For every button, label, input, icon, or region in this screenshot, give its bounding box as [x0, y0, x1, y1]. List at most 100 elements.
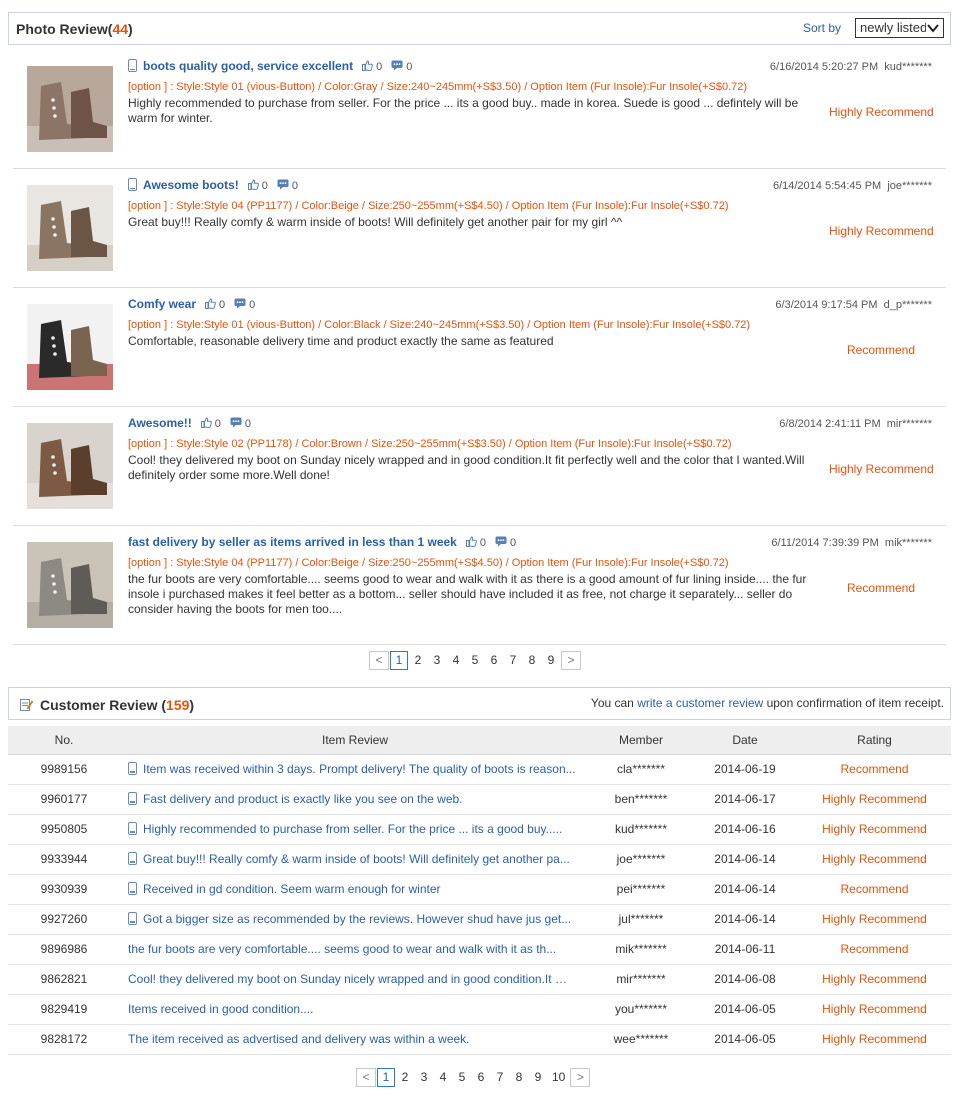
table-row: 9960177 Fast delivery and product is exac… [8, 784, 951, 815]
column-header-item-review: Item Review [120, 726, 590, 755]
pager-page-3[interactable]: 3 [415, 1069, 433, 1088]
review-rating: Highly Recommend [829, 105, 934, 119]
pager-prev-button[interactable]: < [356, 1068, 376, 1087]
pager-page-9[interactable]: 9 [529, 1069, 547, 1088]
review-body: Great buy!!! Really comfy & warm inside … [128, 215, 623, 229]
review-option: [option ] : Style:Style 04 (PP1177) / Co… [128, 557, 729, 569]
sort-select[interactable]: newly listed [855, 18, 944, 38]
pager-page-8[interactable]: 8 [523, 652, 541, 671]
review-rating: Highly Recommend [798, 1024, 951, 1055]
review-text-link[interactable]: Cool! they delivered my boot on Sunday n… [128, 972, 568, 986]
pager-page-4[interactable]: 4 [447, 652, 465, 671]
photo-review-header: Photo Review(44) Sort by newly listed [8, 12, 951, 45]
review-option: [option ] : Style:Style 02 (PP1178) / Co… [128, 438, 732, 450]
review-photo-thumbnail[interactable] [27, 423, 113, 509]
review-title-link[interactable]: Comfy wear [128, 297, 196, 311]
write-review-link[interactable]: write a customer review [637, 696, 763, 710]
review-cell: Got a bigger size as recommended by the … [120, 904, 590, 935]
comment-icon[interactable] [230, 417, 242, 431]
customer-review-count: 159 [166, 697, 190, 713]
pager-page-10[interactable]: 10 [548, 1069, 569, 1088]
pager-page-2[interactable]: 2 [396, 1069, 414, 1088]
chevron-down-icon [926, 20, 940, 36]
review-text-link[interactable]: Highly recommended to purchase from sell… [143, 822, 562, 836]
comment-icon[interactable] [234, 298, 246, 312]
review-no: 9828172 [8, 1024, 120, 1055]
mobile-icon [128, 178, 137, 191]
review-text-link[interactable]: Got a bigger size as recommended by the … [143, 912, 571, 926]
like-count: 0 [214, 418, 221, 430]
review-text-link[interactable]: The item received as advertised and deli… [128, 1032, 470, 1046]
mobile-icon [128, 821, 137, 835]
pager-prev-button[interactable]: < [369, 651, 389, 670]
review-meta: 6/3/2014 9:17:54 PM d_p******* [775, 299, 932, 311]
review-no: 9933944 [8, 844, 120, 875]
review-date: 2014-06-17 [692, 784, 798, 815]
customer-review-header: Customer Review (159) You can write a cu… [8, 687, 951, 720]
review-title-link[interactable]: boots quality good, service excellent [143, 59, 353, 73]
photo-review-item: boots quality good, service excellent 0 0 6… [13, 50, 946, 169]
review-cell: Cool! they delivered my boot on Sunday n… [120, 964, 590, 995]
table-row: 9933944 Great buy!!! Really comfy & warm … [8, 844, 951, 875]
review-text-link[interactable]: Fast delivery and product is exactly lik… [143, 792, 463, 806]
review-no: 9829419 [8, 994, 120, 1025]
comment-icon[interactable] [495, 536, 507, 550]
review-meta: 6/8/2014 2:41:11 PM mir******* [779, 418, 932, 430]
review-date: 2014-06-16 [692, 814, 798, 845]
pager-page-1[interactable]: 1 [390, 651, 408, 670]
review-meta: 6/11/2014 7:39:39 PM mik******* [771, 537, 932, 549]
thumbs-up-icon[interactable] [465, 536, 477, 550]
like-count: 0 [376, 61, 383, 73]
pager-page-6[interactable]: 6 [485, 652, 503, 671]
review-title-link[interactable]: Awesome!! [128, 416, 192, 430]
pager-page-5[interactable]: 5 [453, 1069, 471, 1088]
pager-next-button[interactable]: > [561, 651, 581, 670]
review-photo-thumbnail[interactable] [27, 304, 113, 390]
comment-icon[interactable] [391, 60, 403, 74]
pager-page-3[interactable]: 3 [428, 652, 446, 671]
thumbs-up-icon[interactable] [247, 179, 259, 193]
review-photo-thumbnail[interactable] [27, 185, 113, 271]
review-text-link[interactable]: Received in gd condition. Seem warm enou… [143, 882, 441, 896]
pager-next-button[interactable]: > [570, 1068, 591, 1087]
pager-page-9[interactable]: 9 [542, 652, 560, 671]
review-text-link[interactable]: Items received in good condition.... [128, 1002, 313, 1016]
review-rating: Highly Recommend [798, 994, 951, 1025]
review-no: 9896986 [8, 934, 120, 965]
review-member: mik******* [590, 934, 692, 965]
review-text-link[interactable]: Item was received within 3 days. Prompt … [143, 762, 576, 776]
comment-count: 0 [291, 180, 299, 192]
thumbs-up-icon[interactable] [200, 417, 212, 431]
pager-page-2[interactable]: 2 [409, 652, 427, 671]
pager-page-7[interactable]: 7 [491, 1069, 509, 1088]
mobile-icon [128, 59, 137, 72]
pager-page-4[interactable]: 4 [434, 1069, 452, 1088]
thumbs-up-icon[interactable] [362, 60, 373, 74]
review-text-link[interactable]: Great buy!!! Really comfy & warm inside … [143, 852, 570, 866]
pager-page-8[interactable]: 8 [510, 1069, 528, 1088]
review-head: boots quality good, service excellent 0 0 [128, 59, 412, 75]
review-cell: Item was received within 3 days. Prompt … [120, 754, 590, 785]
thumbs-up-icon[interactable] [205, 298, 216, 312]
mobile-icon [128, 761, 137, 775]
review-rating: Recommend [798, 754, 951, 785]
review-date: 2014-06-05 [692, 994, 798, 1025]
review-date: 2014-06-05 [692, 1024, 798, 1055]
write-review-icon [20, 699, 33, 711]
pager-page-1[interactable]: 1 [377, 1068, 395, 1087]
review-photo-thumbnail[interactable] [27, 66, 113, 152]
review-user: d_p******* [883, 299, 932, 311]
review-text-link[interactable]: the fur boots are very comfortable.... s… [128, 942, 556, 956]
pager-page-6[interactable]: 6 [472, 1069, 490, 1088]
review-rating: Recommend [798, 934, 951, 965]
sort-select-value: newly listed [860, 20, 928, 35]
review-member: ben******* [590, 784, 692, 815]
review-date: 2014-06-14 [692, 904, 798, 935]
comment-icon[interactable] [277, 179, 289, 193]
pager-page-7[interactable]: 7 [504, 652, 522, 671]
pager-page-5[interactable]: 5 [466, 652, 484, 671]
review-body: Highly recommended to purchase from sell… [128, 96, 799, 125]
review-title-link[interactable]: Awesome boots! [143, 178, 239, 192]
review-photo-thumbnail[interactable] [27, 542, 113, 628]
review-title-link[interactable]: fast delivery by seller as items arrived… [128, 535, 457, 549]
